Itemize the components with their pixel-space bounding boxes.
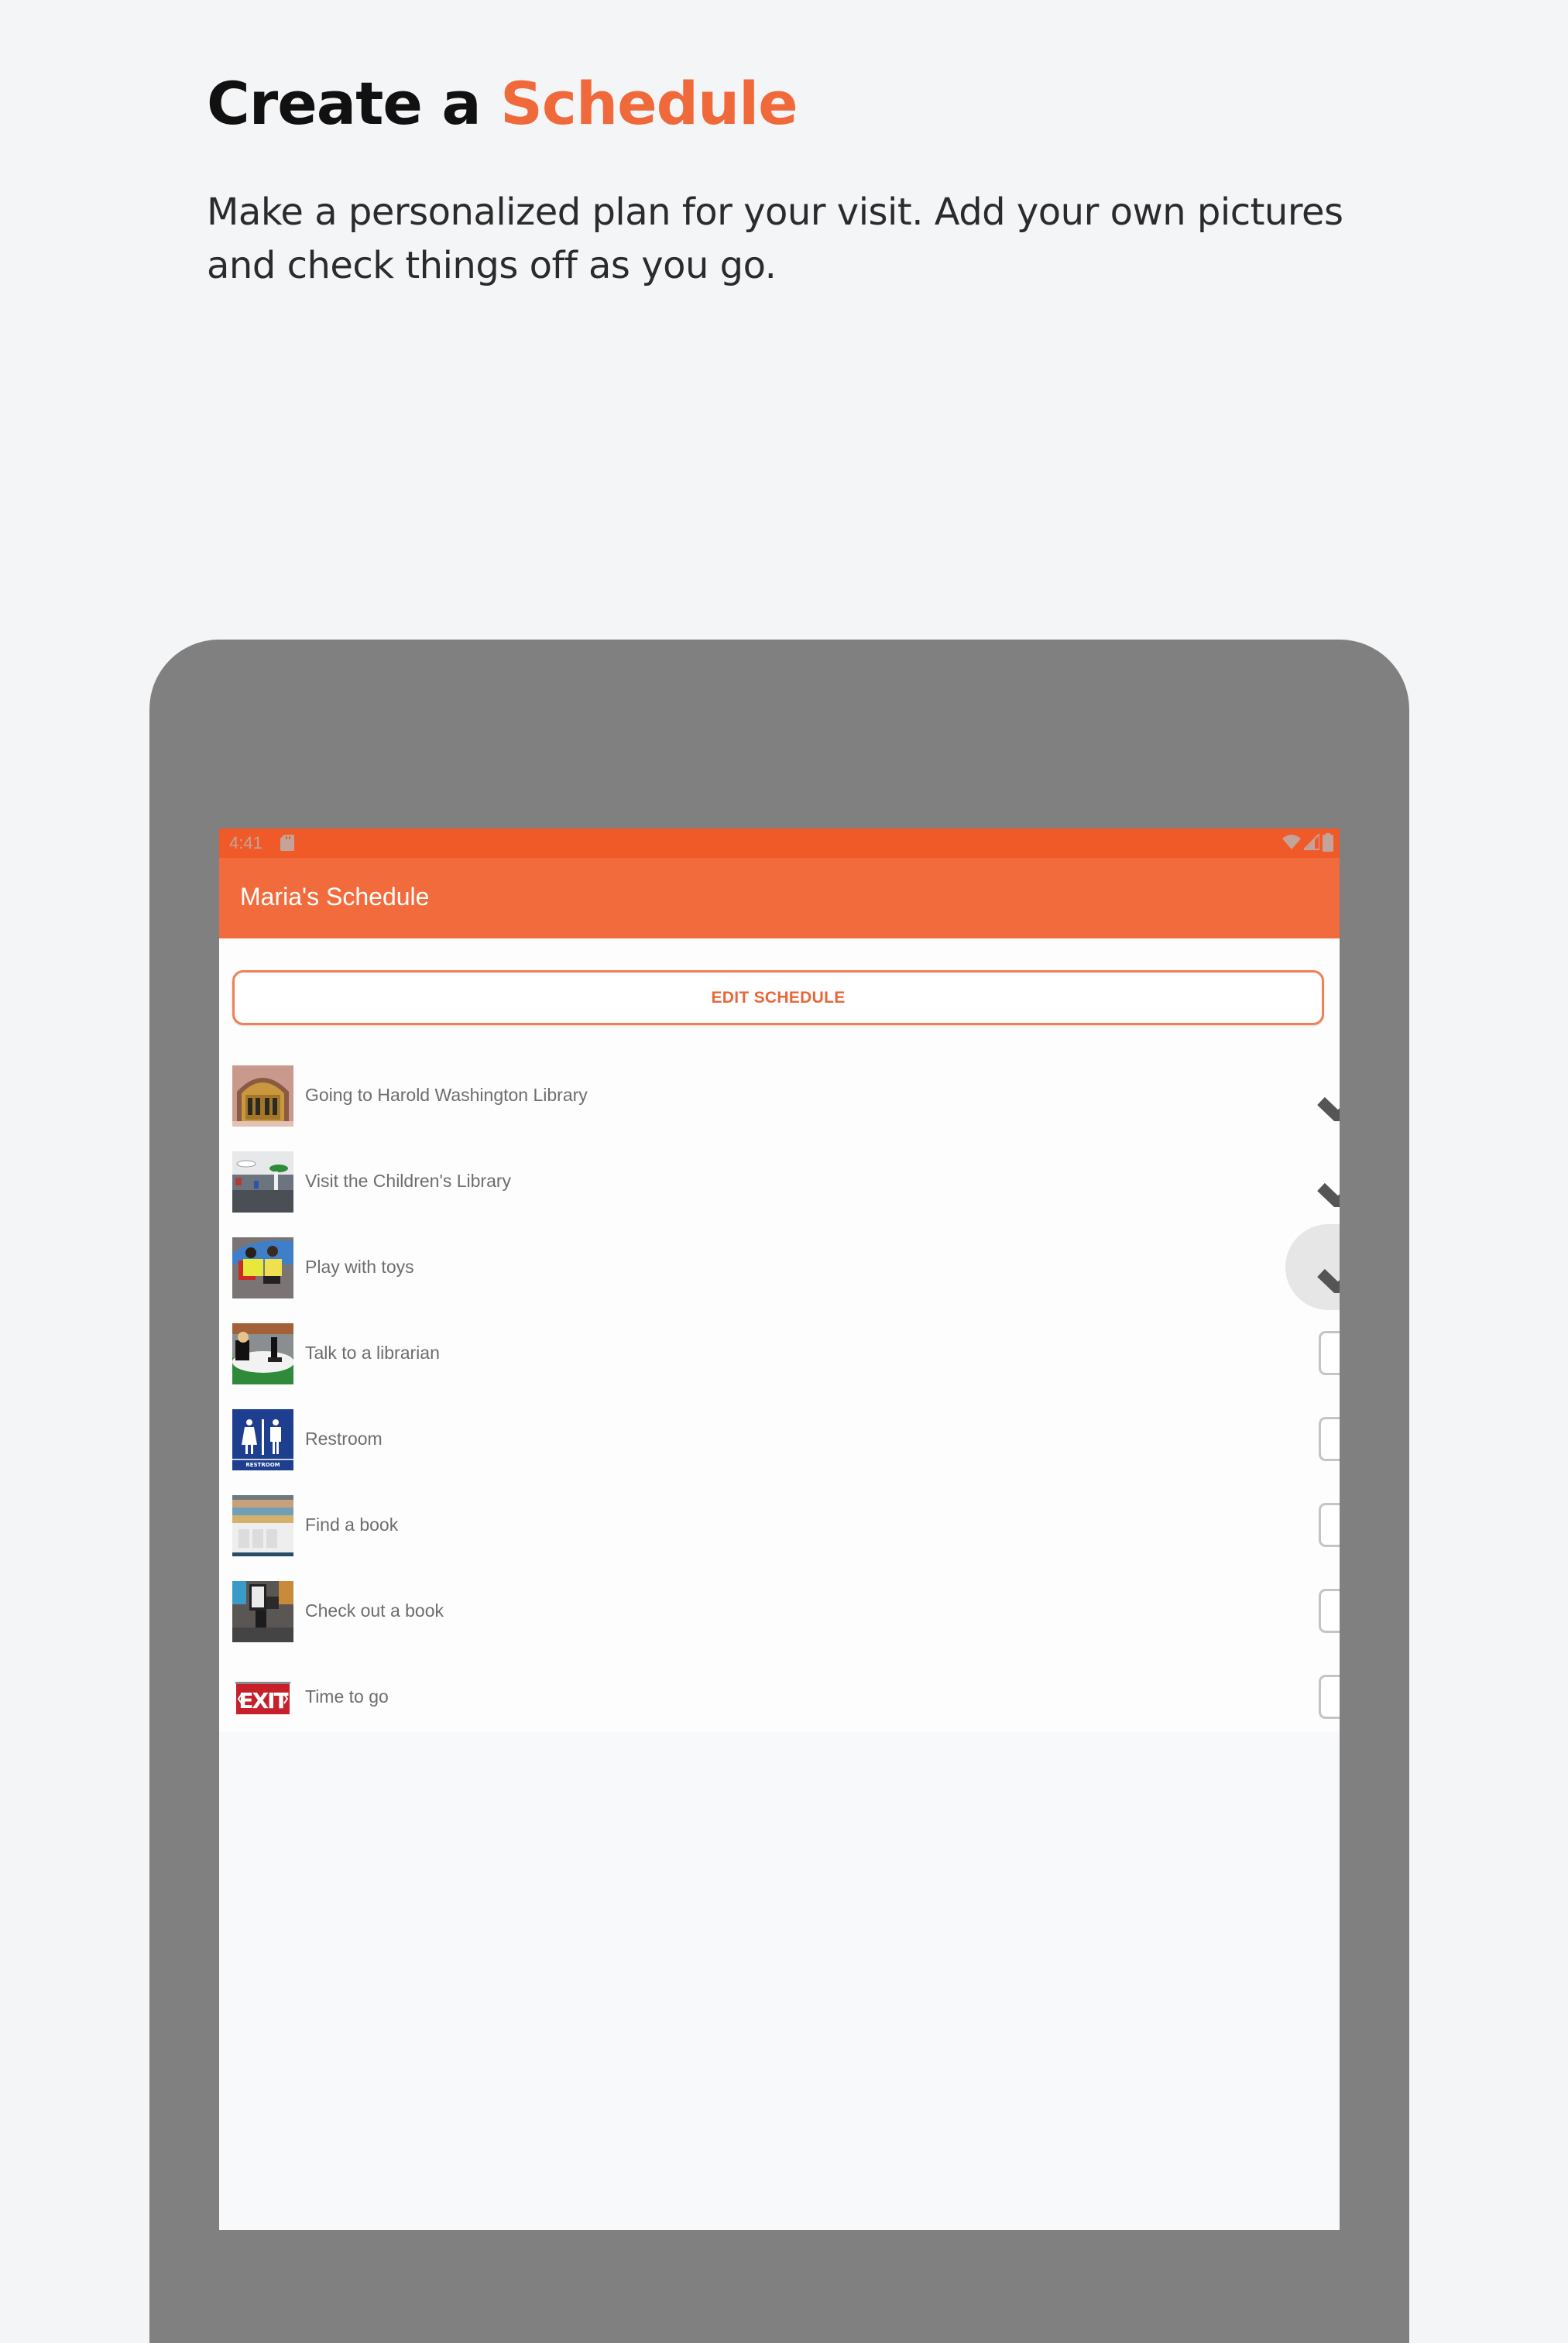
checkbox-unchecked-icon xyxy=(1319,1589,1340,1633)
schedule-item[interactable]: Find a book xyxy=(219,1482,1340,1568)
checkbox-unchecked-icon xyxy=(1319,1331,1340,1375)
book-shelves-photo xyxy=(232,1495,293,1556)
item-checkbox[interactable] xyxy=(1247,1654,1340,1740)
schedule-item-label: Time to go xyxy=(305,1686,389,1707)
schedule-item-label: Play with toys xyxy=(305,1257,414,1277)
library-entrance-photo xyxy=(232,1065,293,1127)
exit-sign-text: EXIT xyxy=(238,1688,288,1714)
page-title: Create a Schedule xyxy=(207,71,798,136)
edit-schedule-button[interactable]: EDIT SCHEDULE xyxy=(232,970,1324,1025)
sd-card-icon xyxy=(280,835,294,851)
page-subtitle: Make a personalized plan for your visit.… xyxy=(207,190,1343,287)
checkbox-unchecked-icon xyxy=(1319,1417,1340,1461)
schedule-item[interactable]: Talk to a librarian xyxy=(219,1310,1340,1396)
schedule-item-label: Visit the Children's Library xyxy=(305,1171,512,1191)
item-checkbox[interactable] xyxy=(1247,1224,1340,1310)
schedule-list: Going to Harold Washington Library Visit… xyxy=(219,1052,1340,1740)
battery-icon xyxy=(1323,833,1333,852)
childrens-library-photo xyxy=(232,1151,293,1213)
checkmark-icon xyxy=(1317,1268,1340,1293)
title-accent: Schedule xyxy=(500,69,798,138)
kids-playing-photo xyxy=(232,1237,293,1298)
app-title: Maria's Schedule xyxy=(240,883,430,911)
schedule-item-label: Going to Harold Washington Library xyxy=(305,1085,588,1105)
wifi-icon xyxy=(1282,835,1301,849)
restroom-sign: RESTROOM xyxy=(232,1409,293,1470)
checkbox-unchecked-icon xyxy=(1319,1675,1340,1719)
tablet-screen: 4:41 Maria's Schedule EDIT SCHEDULE Goin… xyxy=(219,828,1340,2230)
status-bar: 4:41 xyxy=(219,828,1340,858)
schedule-item-label: Find a book xyxy=(305,1515,399,1535)
item-checkbox[interactable] xyxy=(1247,1052,1340,1138)
schedule-item[interactable]: Play with toys xyxy=(219,1224,1340,1310)
schedule-item[interactable]: Check out a book xyxy=(219,1568,1340,1654)
item-checkbox[interactable] xyxy=(1247,1396,1340,1482)
schedule-content: EDIT SCHEDULE Going to Harold Washington… xyxy=(219,938,1340,1732)
app-bar: Maria's Schedule xyxy=(219,858,1340,938)
item-checkbox[interactable] xyxy=(1247,1138,1340,1224)
schedule-item[interactable]: Going to Harold Washington Library xyxy=(219,1052,1340,1138)
schedule-item-label: Talk to a librarian xyxy=(305,1343,440,1363)
schedule-item[interactable]: EXIT Time to go xyxy=(219,1654,1340,1740)
schedule-item-label: Check out a book xyxy=(305,1600,444,1621)
title-prefix: Create a xyxy=(207,69,501,138)
item-checkbox[interactable] xyxy=(1247,1568,1340,1654)
restroom-sign-text: RESTROOM xyxy=(245,1462,280,1468)
checkbox-unchecked-icon xyxy=(1319,1503,1340,1547)
self-checkout-kiosk-photo xyxy=(232,1581,293,1642)
schedule-item[interactable]: RESTROOM Restroom xyxy=(219,1396,1340,1482)
item-checkbox[interactable] xyxy=(1247,1482,1340,1568)
status-time: 4:41 xyxy=(229,833,262,852)
exit-sign: EXIT xyxy=(232,1667,293,1728)
status-icons xyxy=(1282,833,1333,852)
schedule-item[interactable]: Visit the Children's Library xyxy=(219,1138,1340,1224)
checkmark-icon xyxy=(1317,1096,1340,1121)
schedule-item-label: Restroom xyxy=(305,1429,383,1449)
item-checkbox[interactable] xyxy=(1247,1310,1340,1396)
signal-icon xyxy=(1304,834,1319,850)
checkmark-icon xyxy=(1317,1182,1340,1207)
librarian-desk-photo xyxy=(232,1323,293,1384)
